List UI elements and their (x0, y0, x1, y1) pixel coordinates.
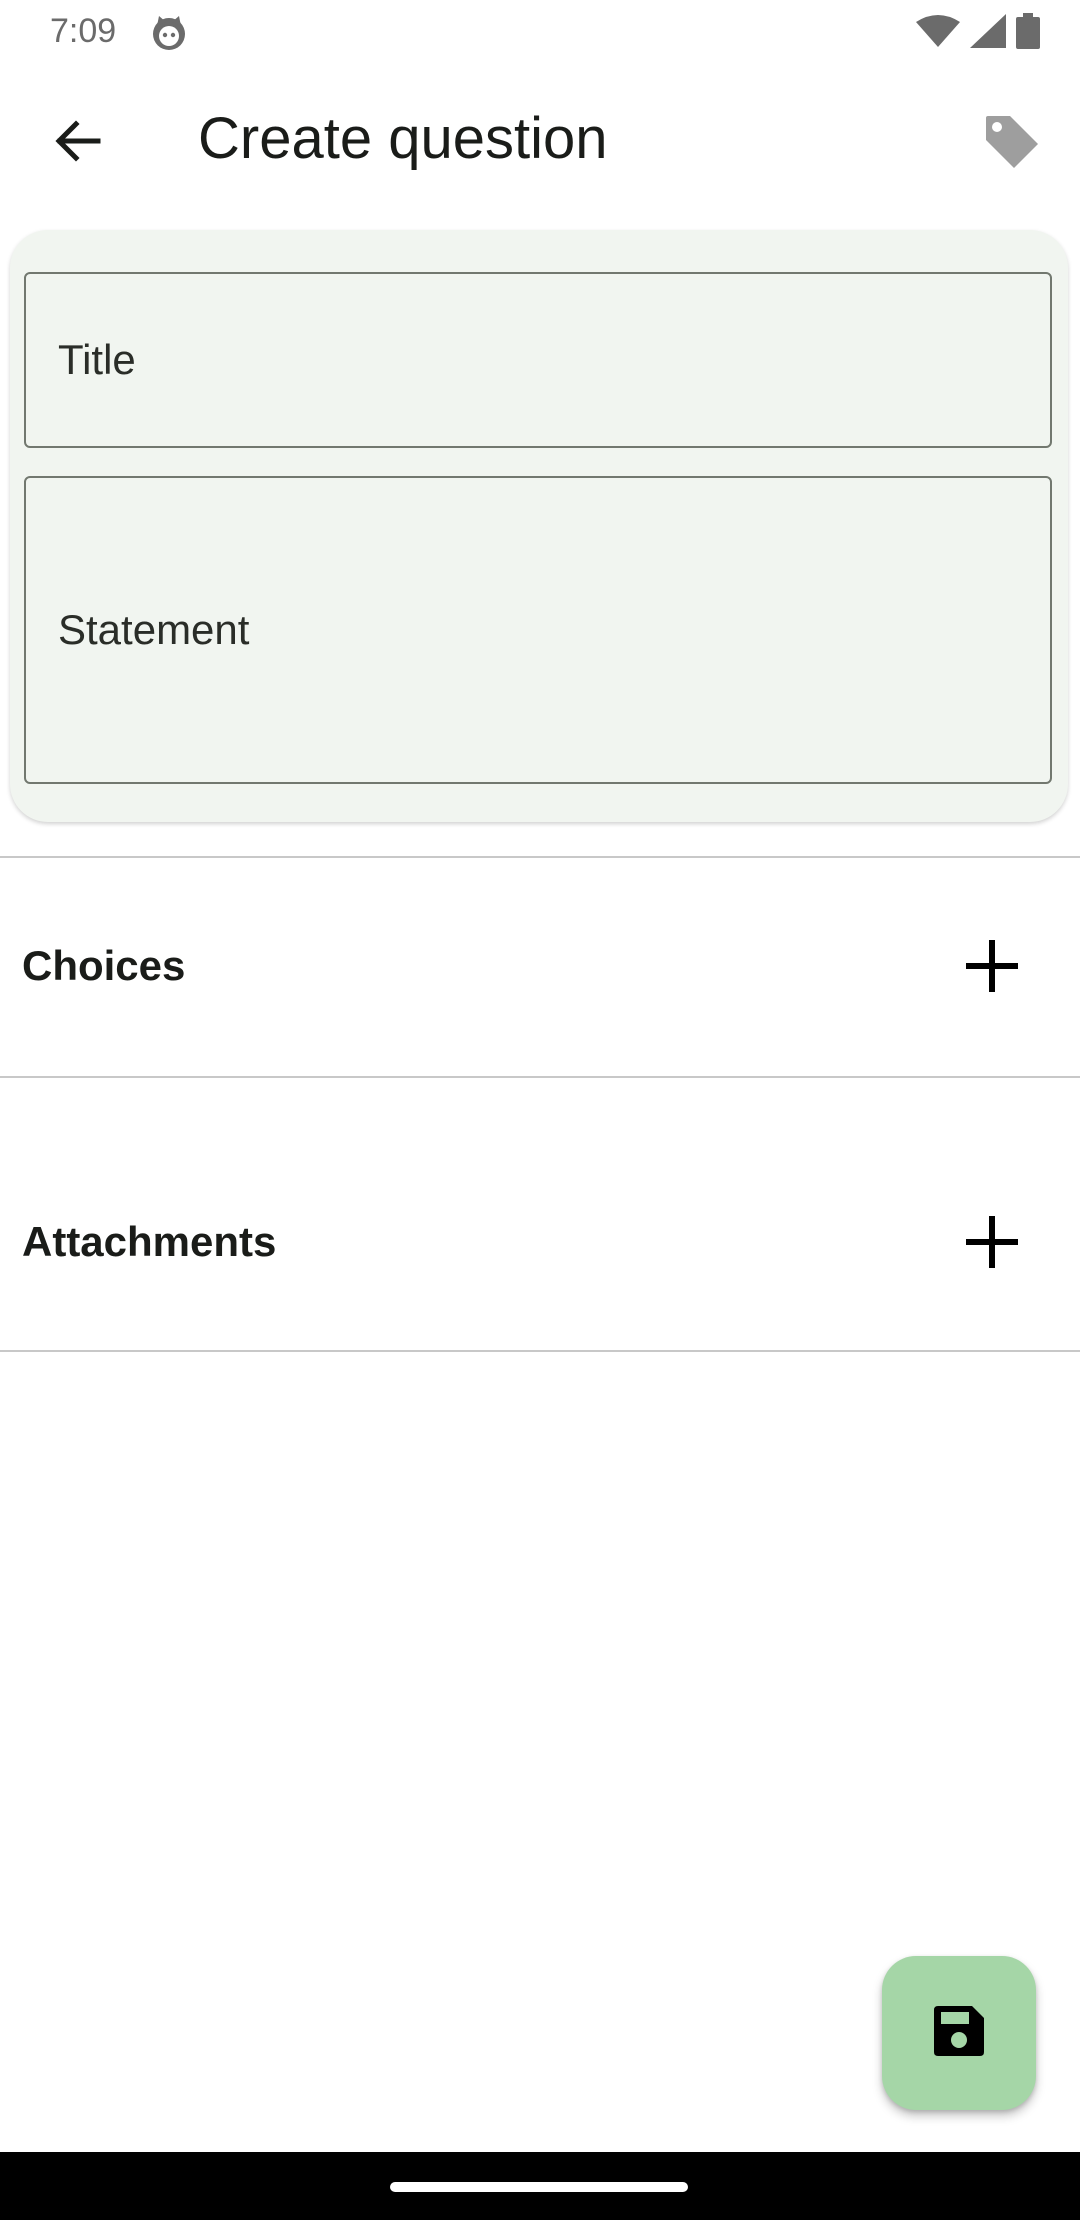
statement-field[interactable]: Statement (24, 476, 1052, 784)
save-button[interactable] (882, 1956, 1036, 2110)
battery-icon (1016, 12, 1040, 54)
wifi-icon (916, 14, 960, 53)
divider (0, 1350, 1080, 1352)
title-field[interactable]: Title (24, 272, 1052, 448)
question-form-card: Title Statement (10, 230, 1068, 822)
statement-placeholder: Statement (58, 606, 250, 653)
title-placeholder: Title (58, 336, 136, 383)
home-gesture-handle[interactable] (390, 2182, 688, 2192)
status-time: 7:09 (50, 12, 117, 50)
add-choice-button[interactable] (950, 926, 1034, 1010)
plus-icon (964, 938, 1020, 999)
app-bar: Create question (0, 66, 1080, 214)
add-attachment-button[interactable] (950, 1202, 1034, 1286)
choices-section: Choices (0, 858, 1080, 1076)
choices-label: Choices (22, 942, 186, 989)
attachments-section: Attachments (0, 1078, 1080, 1350)
system-navigation-bar (0, 2152, 1080, 2220)
status-icons (916, 12, 1040, 54)
signal-icon (970, 13, 1006, 53)
tag-icon (982, 112, 1040, 175)
save-icon (932, 2004, 986, 2063)
arrow-left-icon (52, 116, 102, 171)
page-title: Create question (198, 106, 608, 171)
cat-notification-icon (150, 14, 188, 52)
plus-icon (964, 1214, 1020, 1275)
tags-button[interactable] (976, 108, 1046, 178)
back-button[interactable] (44, 110, 110, 176)
status-bar: 7:09 (0, 0, 1080, 66)
attachments-label: Attachments (22, 1218, 277, 1265)
